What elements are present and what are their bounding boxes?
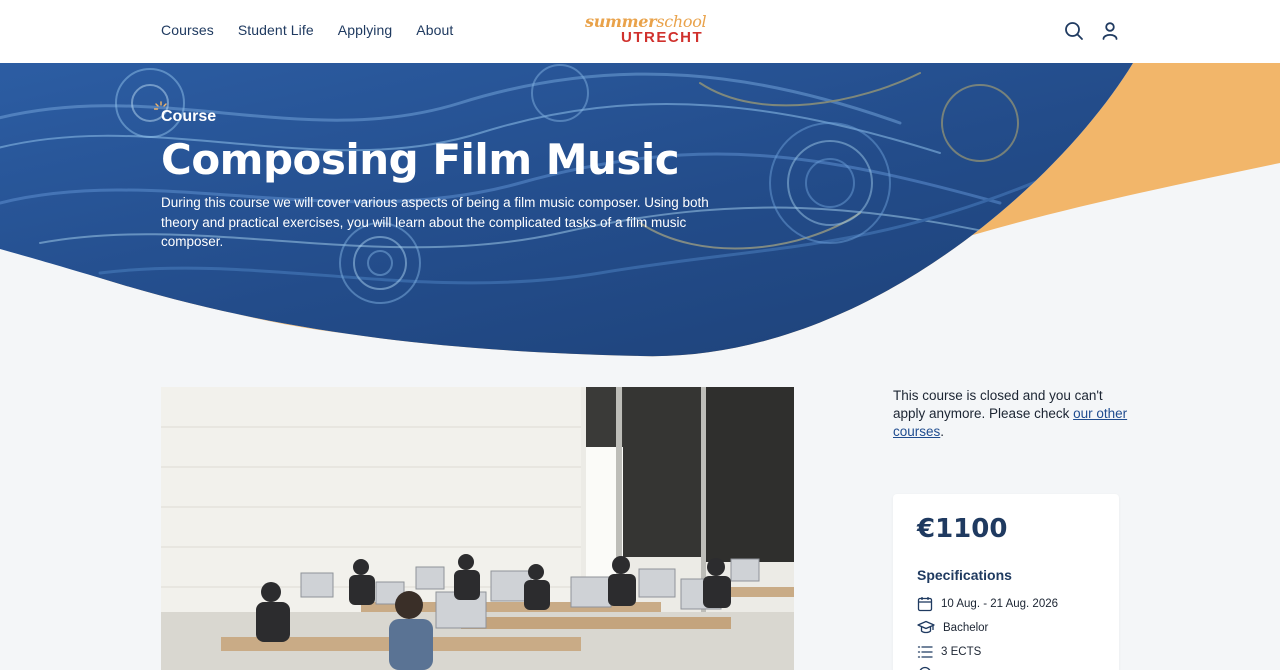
spec-more xyxy=(917,666,933,670)
calendar-icon xyxy=(917,597,933,612)
spec-level-text: Bachelor xyxy=(943,622,989,634)
nav-student-life[interactable]: Student Life xyxy=(238,22,314,38)
hero-description: During this course we will cover various… xyxy=(161,195,709,249)
logo-wordmark: summerschool xyxy=(585,12,707,31)
page-title: Composing Film Music xyxy=(161,135,680,184)
course-photo xyxy=(161,387,794,670)
spec-credits-text: 3 ECTS xyxy=(941,646,982,658)
nav-about[interactable]: About xyxy=(416,22,453,38)
logo-city: UTRECHT xyxy=(621,29,704,46)
list-icon xyxy=(917,646,933,658)
site-logo[interactable]: summerschool UTRECHT xyxy=(585,12,707,48)
course-closed-note: This course is closed and you can't appl… xyxy=(893,387,1128,441)
closed-text: This course is closed and you can't appl… xyxy=(893,388,1103,421)
location-icon xyxy=(919,666,931,670)
price-card: €1100 Specifications 10 Aug. - 21 Aug. 2… xyxy=(893,494,1119,670)
spec-dates: 10 Aug. - 21 Aug. 2026 xyxy=(917,596,1058,612)
spec-level: Bachelor xyxy=(917,620,988,636)
course-price: €1100 xyxy=(917,514,1008,544)
spec-dates-text: 10 Aug. - 21 Aug. 2026 xyxy=(941,598,1059,610)
hero-kicker: Course xyxy=(161,108,217,125)
nav-applying[interactable]: Applying xyxy=(338,22,393,38)
graduation-cap-icon xyxy=(917,620,935,634)
main-nav: Courses Student Life Applying About xyxy=(161,22,453,38)
nav-courses[interactable]: Courses xyxy=(161,22,214,38)
specifications-title: Specifications xyxy=(917,567,1012,583)
closed-end: . xyxy=(940,424,945,439)
search-icon[interactable] xyxy=(1064,21,1084,41)
site-header: Courses Student Life Applying About summ… xyxy=(0,0,1280,63)
user-icon[interactable] xyxy=(1100,21,1120,41)
spec-credits: 3 ECTS xyxy=(917,644,981,660)
